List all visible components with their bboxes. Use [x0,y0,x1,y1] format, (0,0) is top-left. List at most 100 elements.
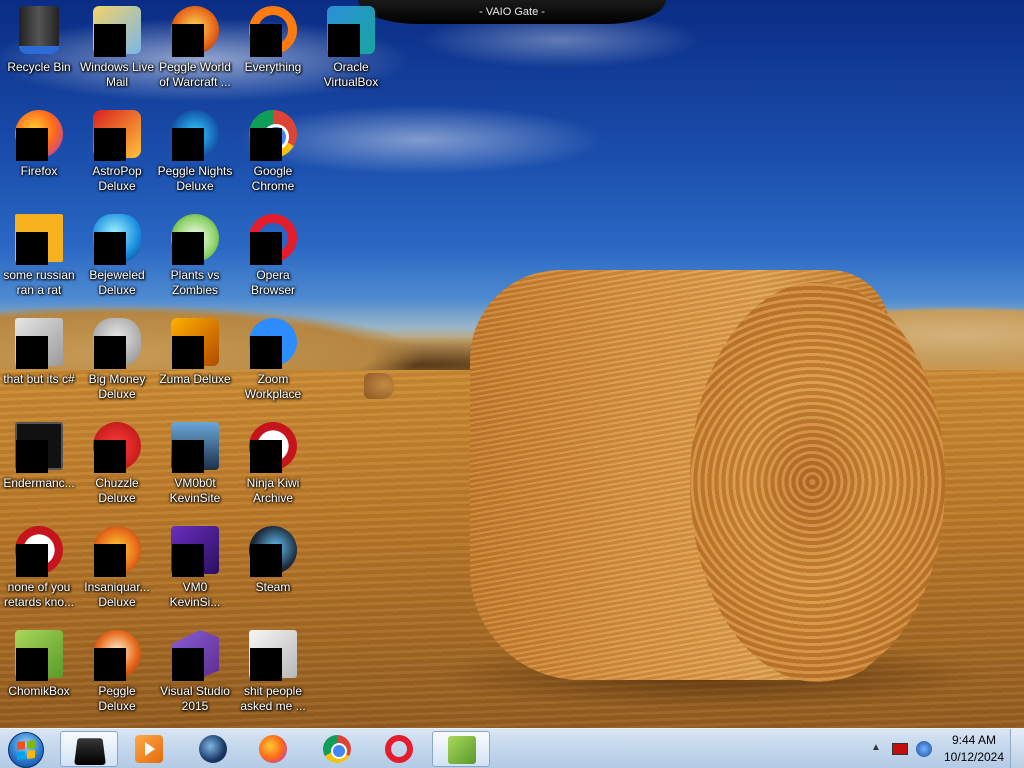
desktop-icon-everything[interactable]: Everything [234,2,312,102]
desktop-icon-label: VM0 KevinSi... [169,580,221,609]
desktop-icon-label: VM0b0t KevinSite [169,476,221,505]
desktop-icon-vm0b0t-kevinsite[interactable]: VM0b0t KevinSite [156,418,234,518]
desktop-icon-folder[interactable]: shit people asked me ... [234,626,312,726]
redaction-box [94,648,126,681]
redaction-box [172,232,204,265]
redaction-box [172,24,204,57]
desktop-icon-label: Insaniquar... Deluxe [84,580,150,609]
desktop-icon-label: that but its c# [3,372,75,386]
desktop-icon-plants-vs-zombies[interactable]: Plants vs Zombies [156,210,234,310]
desktop-icon-label: Everything [244,60,302,74]
redaction-box [16,440,48,473]
desktop-icon-some-russian[interactable]: some russian ran a rat [0,210,78,310]
redaction-box [94,440,126,473]
redaction-box [16,336,48,369]
desktop-icon-label: Firefox [20,164,58,178]
redaction-box [250,128,282,161]
media-player-icon [135,735,163,763]
taskbar-button-media-player[interactable] [120,731,178,767]
desktop-icon-label: shit people asked me ... [240,684,306,713]
desktop-icon-label: Ninja Kiwi Archive [246,476,300,505]
vaio-icon [74,738,106,765]
desktop-icon-oracle-virtualbox[interactable]: Oracle VirtualBox [312,2,390,102]
desktop-icon-label: Oracle VirtualBox [323,60,379,89]
desktop-icon-none-of-you[interactable]: none of you retards kno... [0,522,78,622]
start-button[interactable] [4,730,48,768]
desktop-icon-google-chrome[interactable]: Google Chrome [234,106,312,206]
system-tray: ▲ 9:44 AM 10/12/2024 [862,729,1022,768]
show-desktop-button[interactable] [1010,729,1024,768]
desktop-icon-label: Peggle Deluxe [98,684,136,713]
desktop[interactable]: - VAIO Gate - Recycle Bin Firefox some r… [0,0,1024,728]
desktop-icon-peggle-wow[interactable]: Peggle World of Warcraft ... [156,2,234,102]
desktop-icon-visual-studio[interactable]: Visual Studio 2015 [156,626,234,726]
redaction-box [172,128,204,161]
desktop-icon-label: Zuma Deluxe [159,372,231,386]
redaction-box [94,24,126,57]
redaction-box [250,336,282,369]
clock-date[interactable]: 10/12/2024 [938,750,1010,764]
desktop-icon-bejeweled[interactable]: Bejeweled Deluxe [78,210,156,310]
redaction-box [250,440,282,473]
redaction-box [94,336,126,369]
taskbar-button-chrome[interactable] [308,731,366,767]
taskbar-button-opera[interactable] [370,731,428,767]
redaction-box [94,544,126,577]
desktop-icon-insaniquarium[interactable]: Insaniquar... Deluxe [78,522,156,622]
redaction-box [16,232,48,265]
redaction-box [328,24,360,57]
redaction-box [250,232,282,265]
taskbar: ▲ 9:44 AM 10/12/2024 [0,728,1024,768]
desktop-icon-opera[interactable]: Opera Browser [234,210,312,310]
desktop-icon-zoom[interactable]: Zoom Workplace [234,314,312,414]
desktop-icon-label: Recycle Bin [7,60,71,74]
taskbar-button-chomikbox[interactable] [432,731,490,767]
opera-icon [385,735,413,763]
redaction-box [250,544,282,577]
desktop-icon-that-but-its-csharp[interactable]: that but its c# [0,314,78,414]
desktop-icon-astropop[interactable]: AstroPop Deluxe [78,106,156,206]
desktop-icon-peggle-deluxe[interactable]: Peggle Deluxe [78,626,156,726]
desktop-icon-vm0-kevinsi[interactable]: VM0 KevinSi... [156,522,234,622]
desktop-icon-zuma[interactable]: Zuma Deluxe [156,314,234,414]
desktop-icon-label: Bejeweled Deluxe [89,268,145,297]
desktop-icon-ninja-kiwi[interactable]: Ninja Kiwi Archive [234,418,312,518]
desktop-icon-label: none of you retards kno... [3,580,75,609]
desktop-icon-big-money[interactable]: Big Money Deluxe [78,314,156,414]
chomikbox-icon [448,736,476,764]
desktop-icon-recycle-bin[interactable]: Recycle Bin [0,2,78,102]
redaction-box [250,648,282,681]
desktop-icon-label: some russian ran a rat [3,268,75,297]
desktop-icon-label: Plants vs Zombies [170,268,220,297]
desktop-icon-chomikbox[interactable]: ChomikBox [0,626,78,726]
desktop-icon-windows-live-mail[interactable]: Windows Live Mail [78,2,156,102]
desktop-icon-chuzzle[interactable]: Chuzzle Deluxe [78,418,156,518]
desktop-icon-endermanc[interactable]: Endermanc... [0,418,78,518]
chrome-icon [323,735,351,763]
desktop-icon-label: Steam [255,580,291,594]
network-icon[interactable] [916,741,932,757]
redaction-box [250,24,282,57]
vaio-gate-title[interactable]: - VAIO Gate - [358,0,666,24]
desktop-icon-label: ChomikBox [8,684,70,698]
show-hidden-icons-chevron-icon[interactable]: ▲ [870,742,882,754]
redaction-box [16,128,48,161]
desktop-icon-label: Windows Live Mail [79,60,155,89]
desktop-icon-label: Opera Browser [250,268,295,297]
desktop-icon-steam[interactable]: Steam [234,522,312,622]
wallpaper-distant-hay-bale [364,373,394,399]
desktop-icon-peggle-nights[interactable]: Peggle Nights Deluxe [156,106,234,206]
desktop-icon-label: AstroPop Deluxe [92,164,142,193]
taskbar-button-globe[interactable] [184,731,242,767]
clock-time[interactable]: 9:44 AM [944,733,1004,747]
redaction-box [16,544,48,577]
taskbar-button-firefox[interactable] [244,731,302,767]
redaction-box [94,128,126,161]
taskbar-button-vaio-gate[interactable] [60,731,118,767]
desktop-icon-label: Peggle Nights Deluxe [157,164,233,193]
desktop-icon-label: Visual Studio 2015 [160,684,230,713]
tray-red-app-icon[interactable] [892,743,908,755]
desktop-icon-firefox[interactable]: Firefox [0,106,78,206]
redaction-box [172,336,204,369]
firefox-icon [259,735,287,763]
